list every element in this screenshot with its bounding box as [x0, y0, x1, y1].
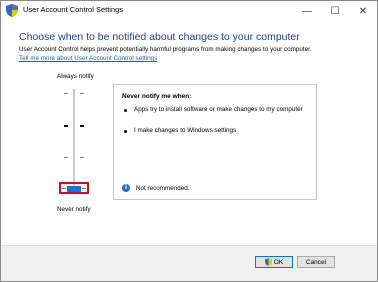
slider-tick: [80, 125, 84, 127]
page-heading: Choose when to be notified about changes…: [19, 31, 300, 43]
cancel-button[interactable]: Cancel: [297, 256, 335, 268]
description-text: User Account Control helps prevent poten…: [19, 46, 312, 53]
minimize-icon: —: [302, 5, 312, 17]
bullet-item: I make changes to Windows settings: [134, 127, 237, 134]
slider-track[interactable]: [73, 89, 75, 187]
bullet-item: Apps try to install software or make cha…: [134, 106, 303, 113]
cancel-label: Cancel: [305, 258, 327, 266]
window-title: User Account Control Settings: [23, 5, 124, 14]
selection-highlight: [59, 182, 89, 194]
recommendation-text: Not recommended.: [136, 185, 190, 192]
panel-title: Never notify me when:: [122, 93, 192, 100]
bullet-icon: [124, 109, 127, 112]
always-notify-label: Always notify: [57, 73, 94, 80]
close-button[interactable]: ✕: [349, 1, 377, 21]
slider-tick: [80, 93, 84, 94]
uac-shield-icon: [6, 4, 18, 17]
minimize-button[interactable]: —: [293, 1, 321, 21]
slider-tick: [64, 125, 68, 127]
footer: OK Cancel: [1, 246, 377, 281]
uac-settings-window: User Account Control Settings — ☐ ✕ Choo…: [0, 0, 378, 282]
ok-button[interactable]: OK: [255, 256, 293, 268]
never-notify-label: Never notify: [57, 206, 91, 213]
slider-tick: [80, 157, 84, 158]
maximize-button[interactable]: ☐: [321, 1, 349, 21]
info-icon: i: [122, 184, 130, 192]
uac-shield-icon: [264, 258, 272, 266]
bullet-icon: [124, 130, 127, 133]
learn-more-link[interactable]: Tell me more about User Account Control …: [19, 55, 157, 62]
close-icon: ✕: [358, 5, 368, 17]
description-panel: Never notify me when: Apps try to instal…: [113, 84, 317, 200]
maximize-icon: ☐: [330, 5, 340, 17]
slider-tick: [64, 157, 68, 158]
title-bar: User Account Control Settings — ☐ ✕: [1, 1, 377, 21]
slider-tick: [64, 93, 68, 94]
ok-label: OK: [273, 258, 284, 266]
